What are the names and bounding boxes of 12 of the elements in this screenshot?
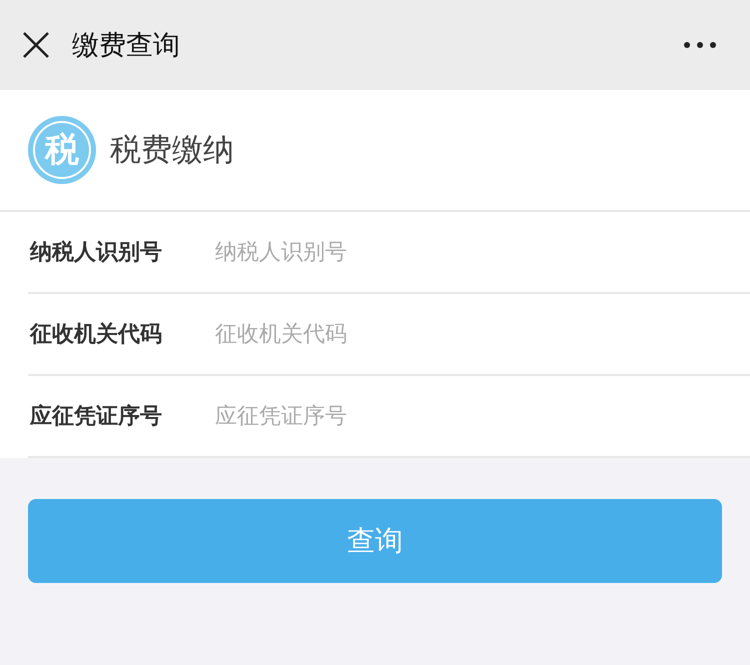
tax-logo: 税 xyxy=(28,116,96,184)
field-label: 应征凭证序号 xyxy=(28,402,163,431)
close-icon[interactable] xyxy=(23,32,49,58)
more-icon[interactable] xyxy=(684,42,716,48)
input-field[interactable]: 应征凭证序号 xyxy=(215,396,730,436)
page-title: 缴费查询 xyxy=(72,29,180,63)
query-button[interactable]: 查询 xyxy=(28,499,722,583)
field-label: 纳税人识别号 xyxy=(28,239,163,267)
field-label: 征收机关代码 xyxy=(28,321,163,349)
input-field[interactable]: 征收机关代码 xyxy=(215,314,730,354)
brand-title: 税费缴纳 xyxy=(110,131,234,170)
input-field[interactable]: 纳税人识别号 xyxy=(215,232,730,272)
